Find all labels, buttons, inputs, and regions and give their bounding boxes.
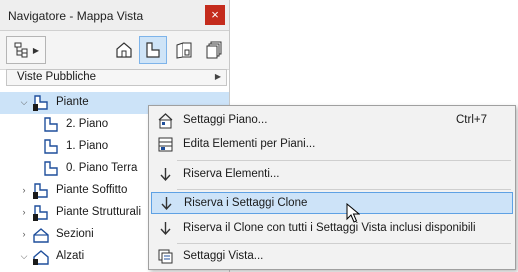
navigator-toolbar: ▶ <box>0 31 229 70</box>
view-set-label: Viste Pubbliche <box>17 71 97 83</box>
publisher-sets-button[interactable] <box>200 36 228 64</box>
expand-closed-icon[interactable]: › <box>18 183 30 197</box>
tree-item-label: 2. Piano <box>66 118 109 130</box>
floor-plan-folder-icon <box>33 95 48 111</box>
tree-item-label: 0. Piano Terra <box>66 162 138 174</box>
menu-item-reserve-clone-with-view-settings[interactable]: Riserva il Clone con tutti i Settaggi Vi… <box>151 218 513 240</box>
project-map-button[interactable] <box>110 36 138 64</box>
menu-item-view-settings[interactable]: Settaggi Vista... <box>151 246 513 268</box>
ceiling-plan-folder-icon <box>33 183 48 199</box>
view-map-button[interactable] <box>139 36 167 64</box>
elevation-folder-icon <box>33 250 49 265</box>
menu-item-label: Riserva Elementi... <box>183 168 280 180</box>
close-button[interactable]: × <box>205 5 225 25</box>
tree-item-label: Sezioni <box>56 228 94 240</box>
reserve-arrow-icon <box>160 222 171 236</box>
menu-item-edit-elements-by-story[interactable]: Edita Elementi per Piani... <box>151 134 513 156</box>
menu-item-label: Riserva il Clone con tutti i Settaggi Vi… <box>183 222 476 234</box>
menu-separator <box>177 189 511 190</box>
publisher-sets-icon <box>206 41 222 59</box>
context-menu: Settaggi Piano... Ctrl+7 Edita Elementi … <box>148 105 516 270</box>
reserve-arrow-icon <box>161 197 172 211</box>
navigator-mode-dropdown[interactable]: ▶ <box>6 36 46 64</box>
menu-item-label: Settaggi Vista... <box>183 250 264 262</box>
mouse-cursor-icon <box>346 203 360 223</box>
menu-item-label: Riserva i Settaggi Clone <box>184 197 308 209</box>
title-bar[interactable]: Navigatore - Mappa Vista × <box>0 0 229 31</box>
floor-plan-icon <box>44 139 58 154</box>
floor-plan-icon <box>44 117 58 132</box>
menu-item-reserve-clone-settings[interactable]: Riserva i Settaggi Clone <box>151 192 513 214</box>
tree-structure-icon <box>14 42 28 58</box>
section-folder-icon <box>33 228 49 243</box>
window-title: Navigatore - Mappa Vista <box>8 9 144 23</box>
tree-item-label: Piante Soffitto <box>56 184 128 196</box>
layout-book-button[interactable] <box>170 36 198 64</box>
reserve-arrow-icon <box>160 168 171 182</box>
menu-item-story-settings[interactable]: Settaggi Piano... Ctrl+7 <box>151 110 513 132</box>
view-settings-icon <box>158 249 173 264</box>
tree-item-label: 1. Piano <box>66 140 109 152</box>
tree-item-label: Alzati <box>56 250 85 262</box>
story-settings-icon <box>158 113 173 129</box>
layout-book-icon <box>176 42 192 59</box>
expand-open-icon[interactable]: ⌵ <box>18 249 30 263</box>
chevron-right-icon: ▶ <box>214 72 221 81</box>
edit-elements-by-story-icon <box>158 137 173 152</box>
menu-separator <box>177 160 511 161</box>
menu-item-label: Edita Elementi per Piani... <box>183 138 316 150</box>
menu-separator <box>177 243 511 244</box>
structural-plan-folder-icon <box>33 205 48 221</box>
menu-item-reserve-elements[interactable]: Riserva Elementi... <box>151 164 513 186</box>
view-map-icon <box>146 42 160 58</box>
menu-item-shortcut: Ctrl+7 <box>456 114 487 126</box>
expand-closed-icon[interactable]: › <box>18 205 30 219</box>
menu-item-label: Settaggi Piano... <box>183 114 268 126</box>
floor-plan-icon <box>44 161 58 176</box>
tree-item-label: Piante <box>56 96 89 108</box>
tree-item-label: Piante Strutturali <box>56 206 142 218</box>
view-set-selector[interactable]: Viste Pubbliche ▶ <box>6 69 227 86</box>
expand-closed-icon[interactable]: › <box>18 227 30 241</box>
expand-open-icon[interactable]: ⌵ <box>18 95 30 109</box>
project-map-icon <box>116 42 132 58</box>
chevron-right-icon: ▶ <box>32 45 40 55</box>
